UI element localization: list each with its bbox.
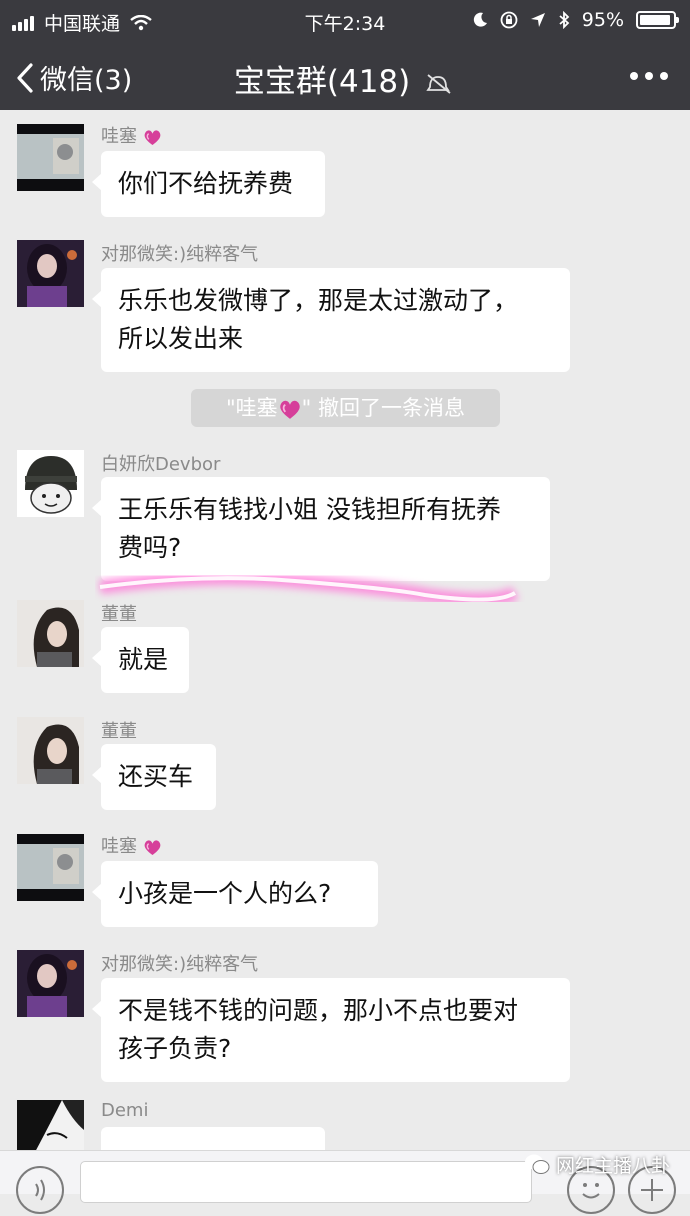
avatar[interactable]	[17, 124, 84, 191]
sender-name: 哇塞	[101, 832, 162, 858]
message-input[interactable]	[80, 1161, 532, 1203]
message-bubble[interactable]	[92, 1127, 325, 1150]
nav-bar: 微信(3) 宝宝群(418)	[0, 40, 690, 110]
battery-percent: 95%	[581, 9, 624, 31]
message-bubble[interactable]: 王乐乐有钱找小姐 没钱担所有抚养 费吗?	[92, 477, 550, 581]
heart-emoji-icon	[144, 129, 161, 145]
message-text: 还买车	[118, 762, 194, 791]
heart-emoji-icon	[279, 400, 300, 419]
message-text-line: 费吗?	[118, 533, 182, 562]
avatar[interactable]	[17, 1100, 84, 1150]
bluetooth-icon	[559, 11, 570, 29]
message-text-line: 不是钱不钱的问题，那小不点也要对	[118, 996, 519, 1025]
message-bubble[interactable]: 还买车	[92, 744, 216, 810]
location-icon	[530, 13, 545, 27]
message-text: 小孩是一个人的么?	[118, 879, 332, 908]
message-bubble[interactable]: 就是	[92, 627, 189, 693]
sender-name: Demi	[101, 1100, 149, 1121]
sender-name: 白妍欣Devbor	[101, 454, 221, 475]
more-icon[interactable]	[630, 72, 668, 80]
moon-icon	[473, 12, 487, 27]
chat-title: 宝宝群(418)	[0, 56, 690, 101]
sender-name: 董董	[101, 604, 137, 625]
message-text-line: 乐乐也发微博了，那是太过激动了，	[118, 286, 519, 315]
mute-icon	[426, 73, 451, 94]
top-bar: 中国联通 下午2:34 95% 微信(3) 宝宝群(418)	[0, 0, 690, 110]
message-bubble[interactable]: 小孩是一个人的么?	[92, 861, 378, 927]
heart-emoji-icon	[144, 839, 161, 855]
avatar[interactable]	[17, 240, 84, 307]
message-text-line: 孩子负责?	[118, 1034, 232, 1063]
status-bar: 中国联通 下午2:34 95%	[0, 0, 690, 40]
voice-icon[interactable]	[16, 1166, 64, 1214]
message-bubble[interactable]: 乐乐也发微博了，那是太过激动了， 所以发出来	[92, 268, 570, 372]
watermark-text: 网红主播八卦	[555, 1154, 670, 1177]
message-bubble[interactable]: 你们不给抚养费	[92, 151, 325, 217]
message-bubble[interactable]: 不是钱不钱的问题，那小不点也要对 孩子负责?	[92, 978, 570, 1082]
avatar[interactable]	[17, 834, 84, 901]
message-text-line: 所以发出来	[118, 324, 244, 353]
sender-name: 对那微笑:)纯粹客气	[101, 954, 259, 975]
avatar[interactable]	[17, 600, 84, 667]
battery-icon	[636, 11, 679, 29]
chat-area: 哇塞 你们不给抚养费 对那微笑:)纯粹客气 乐乐也发微博了，那是太过激动了， 所…	[0, 110, 690, 1150]
avatar[interactable]	[17, 717, 84, 784]
corner-watermark: 网红主播八卦	[524, 1150, 670, 1178]
sender-name: 对那微笑:)纯粹客气	[101, 244, 259, 265]
message-text-line: 王乐乐有钱找小姐 没钱担所有抚养	[118, 495, 501, 524]
message-text: 你们不给抚养费	[118, 169, 294, 198]
avatar[interactable]	[17, 950, 84, 1017]
sender-name: 董董	[101, 721, 137, 742]
avatar[interactable]	[17, 450, 84, 517]
message-text: 就是	[118, 645, 169, 674]
sender-name: 哇塞	[101, 122, 162, 148]
wechat-logo-icon	[524, 1154, 550, 1174]
chat-title-text: 宝宝群(418)	[233, 64, 411, 100]
system-notice: "哇塞 " 撤回了一条消息	[191, 389, 500, 427]
orientation-lock-icon	[500, 11, 518, 29]
